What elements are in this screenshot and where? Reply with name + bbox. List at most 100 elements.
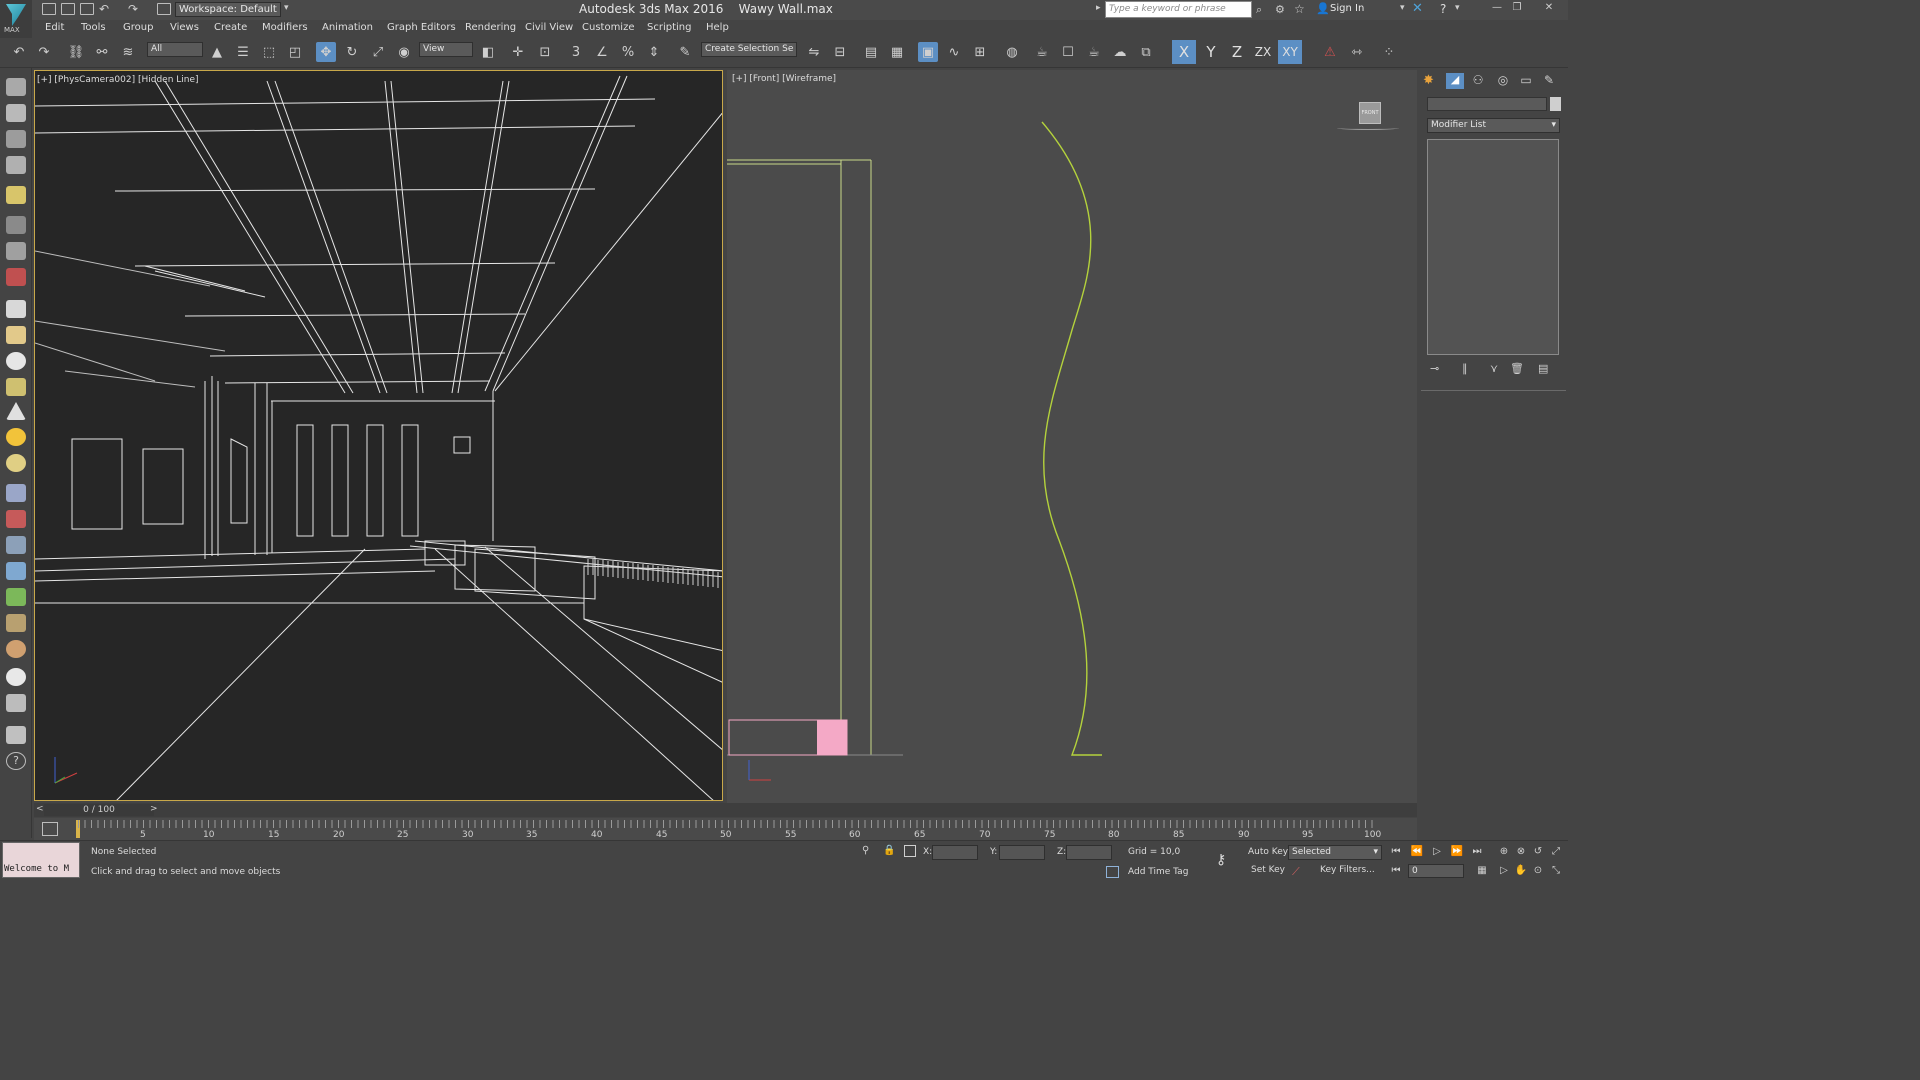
material-grid-icon[interactable]: [6, 694, 26, 712]
percent-snap-icon[interactable]: %: [618, 42, 638, 62]
object-properties-icon[interactable]: [6, 156, 26, 174]
curve-editor-mini-icon[interactable]: [42, 822, 58, 836]
pan-hand-icon[interactable]: ✋: [1514, 865, 1528, 877]
menu-rendering[interactable]: Rendering: [465, 22, 516, 33]
align-icon[interactable]: ⊟: [830, 42, 850, 62]
set-key-key-icon[interactable]: ⚷: [1216, 852, 1226, 868]
next-frame-arrow-icon[interactable]: >: [150, 804, 158, 814]
select-object-icon[interactable]: ▲: [207, 42, 227, 62]
redo-icon[interactable]: ↷: [34, 42, 54, 62]
exchange-icon[interactable]: ✕: [1412, 1, 1423, 16]
go-to-start-icon[interactable]: ⏮: [1389, 846, 1403, 858]
z-coordinate-field[interactable]: [1066, 845, 1112, 860]
favorites-star-icon[interactable]: ☆: [1294, 2, 1305, 16]
axis-z-button[interactable]: Z: [1225, 40, 1249, 64]
spinner-snap-icon[interactable]: ⇕: [644, 42, 664, 62]
reference-coordinate-dropdown[interactable]: View: [419, 42, 473, 57]
undo-icon[interactable]: ↶: [9, 42, 29, 62]
rendered-frame-window-icon[interactable]: ☐: [1058, 42, 1078, 62]
menu-scripting[interactable]: Scripting: [647, 22, 691, 33]
key-mode-icon[interactable]: ⟋: [1292, 865, 1300, 879]
x-coordinate-field[interactable]: [932, 845, 978, 860]
time-tag-icon[interactable]: [1106, 866, 1119, 878]
axis-xy-button[interactable]: XY: [1278, 40, 1302, 64]
scene-explorer-tool-icon[interactable]: [6, 78, 26, 96]
walk-through-icon[interactable]: ⊙: [1531, 865, 1545, 877]
zoom-icon[interactable]: ⊕: [1497, 846, 1511, 858]
modifier-list-dropdown[interactable]: Modifier List ▾: [1427, 118, 1560, 133]
auto-key-button[interactable]: Auto Key: [1248, 847, 1288, 857]
key-set-dropdown[interactable]: Selected ▾: [1288, 845, 1382, 860]
unlink-selection-icon[interactable]: ⚯: [92, 42, 112, 62]
open-file-icon[interactable]: [61, 3, 75, 15]
menu-tools[interactable]: Tools: [81, 22, 106, 33]
select-and-scale-icon[interactable]: ⤢: [368, 42, 388, 62]
play-icon[interactable]: ▷: [1430, 846, 1444, 858]
undo-icon[interactable]: ↶: [99, 2, 109, 16]
viewcube-face[interactable]: FRONT: [1359, 102, 1381, 124]
edit-named-selection-icon[interactable]: ✎: [675, 42, 695, 62]
plane-primitive-icon[interactable]: [6, 326, 26, 344]
make-unique-icon[interactable]: ⋎: [1490, 362, 1498, 375]
current-frame-field[interactable]: 0: [1408, 864, 1464, 878]
menu-help[interactable]: Help: [706, 22, 729, 33]
zoom-all-icon[interactable]: ⊗: [1514, 846, 1528, 858]
maximize-viewport-icon[interactable]: ⤢: [1549, 846, 1563, 858]
create-tab-icon[interactable]: ✸: [1423, 73, 1441, 89]
terrain-icon[interactable]: [6, 640, 26, 658]
next-key-icon[interactable]: ⏩: [1450, 846, 1464, 858]
menu-views[interactable]: Views: [170, 22, 199, 33]
sun-light-icon[interactable]: [6, 428, 26, 446]
close-button[interactable]: ✕: [1540, 2, 1558, 16]
material-editor-icon[interactable]: ◍: [1002, 42, 1022, 62]
axis-y-button[interactable]: Y: [1199, 40, 1223, 64]
modifier-tool-icon[interactable]: [6, 510, 26, 528]
graphite-modeling-icon[interactable]: ⚠: [1320, 42, 1340, 62]
pivot-center-icon[interactable]: ◧: [478, 42, 498, 62]
keyboard-shortcut-override-icon[interactable]: ⊡: [535, 42, 555, 62]
orbit-icon[interactable]: ↺: [1531, 846, 1545, 858]
time-slider[interactable]: [34, 803, 1417, 817]
object-color-swatch[interactable]: [1550, 97, 1561, 111]
time-configuration-icon[interactable]: ▦: [1475, 865, 1489, 877]
toolbar-options-icon[interactable]: ⁘: [1379, 42, 1399, 62]
axis-zx-button[interactable]: ZX: [1251, 40, 1275, 64]
curve-editor-icon[interactable]: ∿: [944, 42, 964, 62]
help-dropdown-icon[interactable]: ▾: [1455, 3, 1460, 13]
previous-key-icon[interactable]: ⏪: [1410, 846, 1424, 858]
subscription-icon[interactable]: ⚙: [1275, 3, 1285, 16]
hair-fur-icon[interactable]: [6, 614, 26, 632]
layer-explorer-icon[interactable]: ▤: [861, 42, 881, 62]
render-production-icon[interactable]: ☕: [1084, 42, 1104, 62]
menu-modifiers[interactable]: Modifiers: [262, 22, 308, 33]
rectangular-selection-icon[interactable]: ⬚: [259, 42, 279, 62]
add-time-tag[interactable]: Add Time Tag: [1128, 867, 1188, 877]
go-to-end-icon[interactable]: ⏭: [1470, 846, 1484, 858]
sphere-primitive-icon[interactable]: [6, 352, 26, 370]
remove-modifier-icon[interactable]: 🗑: [1510, 362, 1524, 375]
key-mode-toggle-icon[interactable]: ⏮: [1389, 865, 1403, 877]
set-key-button[interactable]: Set Key: [1251, 865, 1285, 875]
select-and-move-icon[interactable]: ✥: [316, 42, 336, 62]
render-tool-icon[interactable]: [6, 726, 26, 744]
select-and-rotate-icon[interactable]: ↻: [342, 42, 362, 62]
modify-tab-icon[interactable]: ◢: [1446, 73, 1464, 89]
hierarchy-tab-icon[interactable]: ⚇: [1469, 73, 1487, 89]
particle-system-icon[interactable]: [6, 484, 26, 502]
camera-tool-icon[interactable]: [6, 216, 26, 234]
angle-snap-icon[interactable]: ∠: [592, 42, 612, 62]
object-name-field[interactable]: [1427, 97, 1547, 111]
app-menu-button[interactable]: MAX: [0, 0, 32, 38]
previous-frame-arrow-icon[interactable]: <: [36, 804, 44, 814]
box-primitive-icon[interactable]: [6, 300, 26, 318]
render-iterative-icon[interactable]: ⧉: [1136, 42, 1156, 62]
display-tab-icon[interactable]: ▭: [1517, 73, 1535, 89]
window-crossing-icon[interactable]: ◰: [285, 42, 305, 62]
light-lister-icon[interactable]: [6, 186, 26, 204]
pin-stack-icon[interactable]: ⊸: [1430, 362, 1439, 375]
menu-civil-view[interactable]: Civil View: [525, 22, 573, 33]
field-of-view-icon[interactable]: ▷: [1497, 865, 1511, 877]
quick-access-customize-icon[interactable]: ▾: [284, 3, 289, 13]
material-sphere-icon[interactable]: [6, 668, 26, 686]
selection-filter-dropdown[interactable]: All: [147, 42, 203, 57]
